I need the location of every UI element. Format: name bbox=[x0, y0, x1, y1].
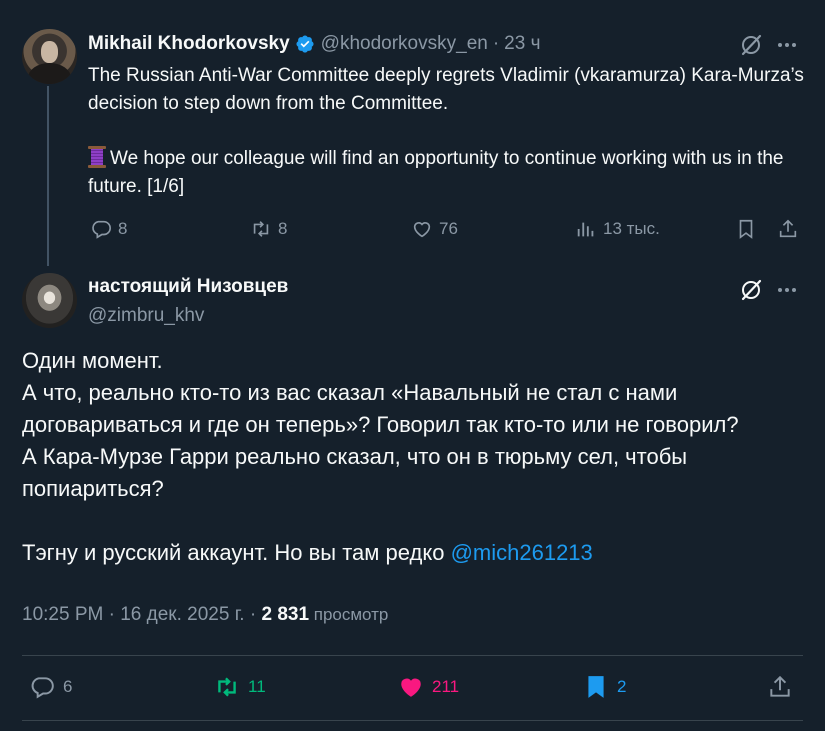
repost-button[interactable]: 8 bbox=[250, 218, 287, 240]
like-count: 76 bbox=[439, 219, 458, 238]
like-count: 211 bbox=[432, 677, 460, 696]
parent-tweet[interactable]: Mikhail Khodorkovsky @khodorkovsky_en · … bbox=[0, 0, 825, 266]
views-label: просмотр bbox=[309, 605, 389, 624]
bookmark-count: 2 bbox=[617, 677, 627, 696]
verified-badge-icon bbox=[295, 34, 315, 54]
grok-icon[interactable] bbox=[739, 33, 763, 57]
tweet-text: The Russian Anti-War Committee deeply re… bbox=[88, 62, 808, 201]
author-handle[interactable]: @zimbru_khv bbox=[88, 305, 204, 327]
tweet-time[interactable]: 23 ч bbox=[504, 33, 540, 55]
repost-count: 11 bbox=[248, 677, 266, 696]
bookmark-button[interactable]: 2 bbox=[583, 674, 626, 700]
spool-emoji-icon bbox=[88, 146, 106, 168]
repost-icon bbox=[253, 221, 269, 237]
divider bbox=[22, 655, 803, 656]
views-icon bbox=[577, 222, 594, 237]
more-icon[interactable] bbox=[775, 33, 799, 57]
like-button[interactable]: 211 bbox=[398, 674, 459, 700]
tweet-paragraph-text: We hope our colleague will find an oppor… bbox=[88, 148, 784, 197]
avatar[interactable] bbox=[22, 273, 77, 328]
like-button[interactable]: 76 bbox=[411, 218, 458, 240]
share-button[interactable] bbox=[777, 218, 799, 240]
author-handle[interactable]: @khodorkovsky_en bbox=[321, 33, 488, 55]
divider bbox=[22, 720, 803, 721]
tweet-text: Один момент. А что, реально кто-то из ва… bbox=[22, 345, 812, 569]
reply-count: 6 bbox=[63, 677, 73, 696]
views-count: 13 тыс. bbox=[603, 219, 660, 238]
thread-line bbox=[47, 86, 49, 266]
repost-count: 8 bbox=[278, 219, 288, 238]
share-icon bbox=[779, 219, 797, 238]
reply-button[interactable]: 8 bbox=[90, 218, 127, 240]
reply-count: 8 bbox=[118, 219, 128, 238]
views-count: 2 831 bbox=[261, 604, 310, 625]
bookmark-icon bbox=[739, 219, 753, 239]
tweet-line: Один момент. bbox=[22, 348, 163, 373]
reply-icon bbox=[92, 220, 111, 239]
author-name[interactable]: Mikhail Khodorkovsky bbox=[88, 33, 290, 55]
mention-link[interactable]: @mich261213 bbox=[451, 540, 593, 565]
tweet-line-text: Тэгну и русский аккаунт. Но вы там редко bbox=[22, 540, 451, 565]
tweet-paragraph: The Russian Anti-War Committee deeply re… bbox=[88, 65, 804, 114]
separator: · bbox=[492, 33, 500, 54]
tweet-header: Mikhail Khodorkovsky @khodorkovsky_en · … bbox=[88, 33, 540, 55]
author-name[interactable]: настоящий Низовцев bbox=[88, 276, 288, 298]
bookmark-button[interactable] bbox=[735, 218, 757, 240]
share-button[interactable] bbox=[767, 674, 793, 700]
repost-button[interactable]: 11 bbox=[214, 674, 266, 700]
share-icon bbox=[770, 675, 790, 697]
like-icon bbox=[401, 678, 421, 697]
tweet-meta: 10:25 PM · 16 дек. 2025 г. · 2 831 просм… bbox=[22, 604, 388, 626]
like-icon bbox=[413, 222, 431, 238]
grok-icon[interactable] bbox=[739, 278, 763, 302]
views-button[interactable]: 13 тыс. bbox=[575, 218, 660, 240]
avatar[interactable] bbox=[22, 29, 77, 84]
more-icon[interactable] bbox=[775, 278, 799, 302]
bookmark-icon bbox=[588, 676, 604, 698]
tweet-line: А Кара-Мурзе Гарри реально сказал, что о… bbox=[22, 444, 688, 501]
tweet-timestamp[interactable]: 10:25 PM · 16 дек. 2025 г. · bbox=[22, 604, 261, 625]
tweet-line: А что, реально кто-то из вас сказал «Нав… bbox=[22, 380, 739, 437]
reply-icon bbox=[31, 677, 54, 699]
tweet-paragraph: We hope our colleague will find an oppor… bbox=[88, 145, 808, 201]
tweet-line: Тэгну и русский аккаунт. Но вы там редко… bbox=[22, 537, 812, 569]
repost-icon bbox=[218, 677, 236, 697]
reply-button[interactable]: 6 bbox=[29, 674, 72, 700]
